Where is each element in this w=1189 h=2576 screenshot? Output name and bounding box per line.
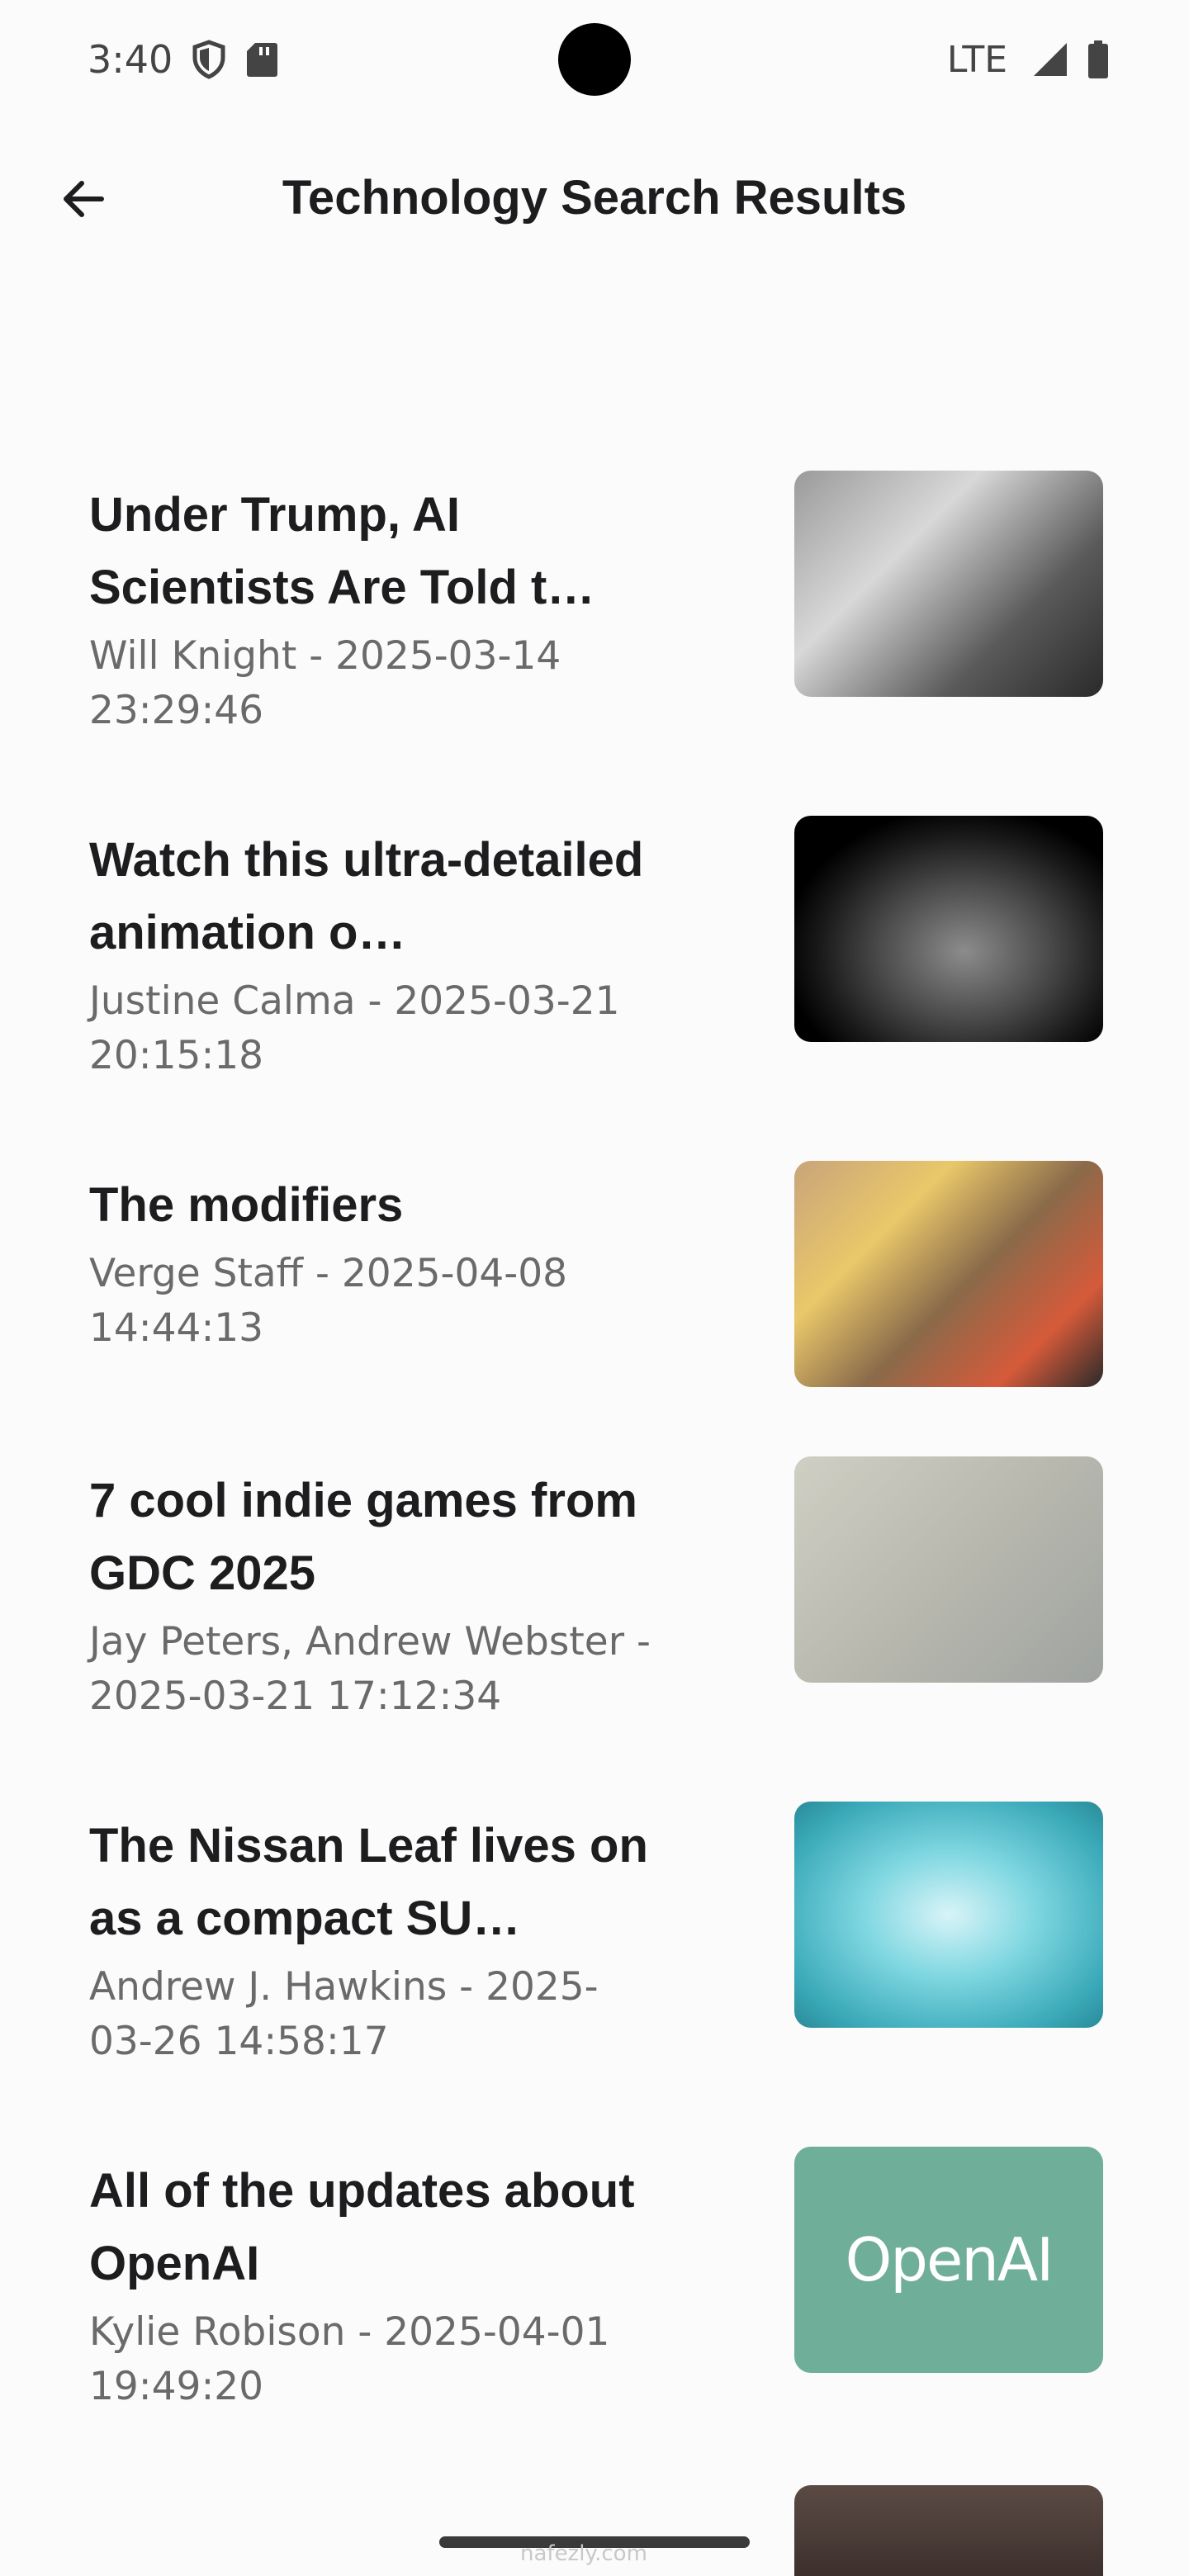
result-meta: Jay Peters, Andrew Webster - 2025-03-21 …: [89, 1619, 651, 1719]
result-item[interactable]: The Nissan Leaf lives on as a compact SU…: [0, 1793, 1189, 2138]
result-meta: Justine Calma - 2025-03-21 20:15:18: [89, 978, 620, 1078]
result-title[interactable]: 7 cool indie games from GDC 2025: [89, 1465, 651, 1610]
watermark: nafezly.com: [520, 2541, 647, 2566]
result-title[interactable]: Watch this ultra-detailed animation o…: [89, 824, 651, 969]
result-title[interactable]: All of the updates about OpenAI: [89, 2155, 651, 2300]
result-text: The Nissan Leaf lives on as a compact SU…: [89, 1810, 651, 2069]
result-thumbnail[interactable]: [794, 1802, 1103, 2028]
result-thumbnail[interactable]: [794, 1456, 1103, 1683]
result-meta: Will Knight - 2025-03-14 23:29:46: [89, 633, 561, 733]
search-results-list: Under Trump, AI Scientists Are Told t… W…: [0, 462, 1189, 2484]
sd-card-icon: [245, 41, 278, 78]
result-text: The modifiers Verge Staff - 2025-04-08 1…: [89, 1169, 651, 1356]
result-text: Watch this ultra-detailed animation o… J…: [89, 824, 651, 1083]
status-right: LTE: [947, 39, 1110, 81]
result-text: 7 cool indie games from GDC 2025 Jay Pet…: [89, 1465, 651, 1724]
result-text: Under Trump, AI Scientists Are Told t… W…: [89, 479, 651, 738]
shield-icon: [191, 40, 227, 79]
result-thumbnail[interactable]: [794, 816, 1103, 1042]
result-item[interactable]: 7 cool indie games from GDC 2025 Jay Pet…: [0, 1448, 1189, 1793]
openai-logo-text: OpenAI: [845, 2225, 1054, 2294]
result-thumbnail[interactable]: OpenAI: [794, 2147, 1103, 2373]
result-item[interactable]: All of the updates about OpenAI Kylie Ro…: [0, 2138, 1189, 2484]
result-title[interactable]: The modifiers: [89, 1169, 651, 1242]
result-item[interactable]: Watch this ultra-detailed animation o… J…: [0, 807, 1189, 1153]
result-item[interactable]: Under Trump, AI Scientists Are Told t… W…: [0, 462, 1189, 807]
result-text: All of the updates about OpenAI Kylie Ro…: [89, 2155, 651, 2414]
result-thumbnail-partial[interactable]: [794, 2485, 1103, 2576]
result-item[interactable]: The modifiers Verge Staff - 2025-04-08 1…: [0, 1153, 1189, 1448]
status-time: 3:40: [88, 37, 173, 82]
result-meta: Kylie Robison - 2025-04-01 19:49:20: [89, 2309, 610, 2409]
signal-icon: [1032, 41, 1068, 78]
result-thumbnail[interactable]: [794, 471, 1103, 697]
result-meta: Verge Staff - 2025-04-08 14:44:13: [89, 1251, 568, 1351]
result-title[interactable]: Under Trump, AI Scientists Are Told t…: [89, 479, 651, 624]
result-thumbnail[interactable]: [794, 1161, 1103, 1387]
network-type: LTE: [946, 38, 1007, 81]
result-title[interactable]: The Nissan Leaf lives on as a compact SU…: [89, 1810, 651, 1955]
page-title: Technology Search Results: [282, 171, 907, 225]
camera-cutout: [558, 23, 631, 96]
battery-icon: [1087, 40, 1110, 79]
result-meta: Andrew J. Hawkins - 2025-03-26 14:58:17: [89, 1964, 599, 2064]
status-left: 3:40: [88, 37, 278, 82]
app-bar: Technology Search Results: [0, 140, 1189, 258]
